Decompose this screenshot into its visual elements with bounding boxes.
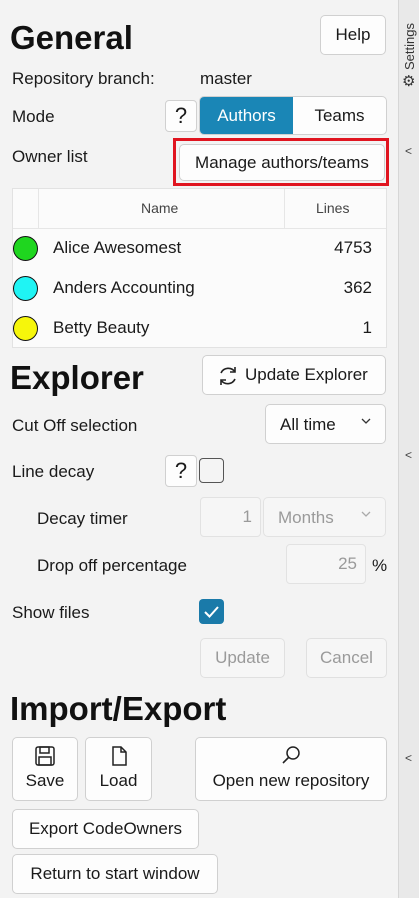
table-row[interactable]: Alice Awesomest 4753 [13,229,386,269]
help-button[interactable]: Help [320,15,386,55]
chevron-down-icon [361,418,371,424]
repository-branch-value: master [200,69,252,88]
owner-name: Alice Awesomest [53,238,182,257]
checkmark-icon [204,606,219,618]
owner-color-swatch [13,316,38,341]
update-explorer-label: Update Explorer [245,365,368,384]
mode-help-button[interactable]: ? [165,100,197,132]
owner-color-swatch [13,276,38,301]
table-row[interactable]: Anders Accounting 362 [13,269,386,309]
owner-lines: 4753 [334,238,372,257]
document-icon [111,746,127,766]
column-header-lines[interactable]: Lines [316,200,349,216]
show-files-checkbox[interactable] [199,599,224,624]
cancel-button[interactable]: Cancel [306,638,387,678]
cutoff-selection-dropdown[interactable]: All time [265,404,386,444]
line-decay-help-button[interactable]: ? [165,455,197,487]
cutoff-selection-label: Cut Off selection [12,416,138,435]
column-divider [284,189,285,229]
load-label: Load [99,771,138,790]
chevron-left-icon[interactable]: < [405,144,412,158]
general-heading: General [10,19,133,56]
owner-color-swatch [13,236,38,261]
chevron-down-icon [361,511,371,517]
open-new-repository-label: Open new repository [212,771,370,790]
load-button[interactable]: Load [85,737,152,801]
mode-label: Mode [12,107,55,126]
column-header-name[interactable]: Name [141,200,178,216]
chevron-left-icon[interactable]: < [405,448,412,462]
save-icon [35,746,55,766]
settings-tab-label: Settings [402,23,417,70]
import-export-heading: Import/Export [10,690,227,727]
owner-name: Betty Beauty [53,318,150,337]
owner-name: Anders Accounting [53,278,195,297]
chevron-left-icon[interactable]: < [405,751,412,765]
update-explorer-button[interactable]: Update Explorer [202,355,386,395]
mode-option-authors[interactable]: Authors [200,97,293,134]
settings-side-rail[interactable]: Settings ⚙ < < < [398,0,419,898]
search-icon [282,746,300,764]
gear-icon: ⚙ [402,73,416,90]
drop-off-percentage-label: Drop off percentage [37,556,187,575]
repository-branch-label: Repository branch: [12,69,155,88]
owner-table: Name Lines Alice Awesomest 4753 Anders A… [12,188,387,348]
update-button[interactable]: Update [200,638,285,678]
settings-panel: General Help Repository branch: master M… [0,0,398,898]
cutoff-selection-value: All time [280,415,336,434]
drop-off-percentage-input[interactable]: 25 [286,544,366,584]
line-decay-checkbox[interactable] [199,458,224,483]
explorer-heading: Explorer [10,359,144,396]
decay-timer-unit-value: Months [278,508,334,527]
save-button[interactable]: Save [12,737,78,801]
decay-timer-unit-dropdown[interactable]: Months [263,497,386,537]
export-codeowners-button[interactable]: Export CodeOwners [12,809,199,849]
owner-list-label: Owner list [12,147,88,166]
decay-timer-input[interactable]: 1 [200,497,261,537]
decay-timer-label: Decay timer [37,509,128,528]
owner-table-header: Name Lines [13,189,386,229]
highlight-box [173,138,389,186]
percent-symbol: % [372,556,388,575]
save-label: Save [25,771,65,790]
mode-toggle: Authors Teams [199,96,387,135]
owner-lines: 362 [343,278,372,297]
table-row[interactable]: Betty Beauty 1 [13,309,386,349]
return-to-start-window-button[interactable]: Return to start window [12,854,218,894]
open-new-repository-button[interactable]: Open new repository [195,737,387,801]
mode-option-teams[interactable]: Teams [293,97,386,134]
column-divider [38,189,39,229]
owner-lines: 1 [362,318,372,337]
line-decay-label: Line decay [12,462,95,481]
refresh-icon [220,367,236,385]
show-files-label: Show files [12,603,90,622]
